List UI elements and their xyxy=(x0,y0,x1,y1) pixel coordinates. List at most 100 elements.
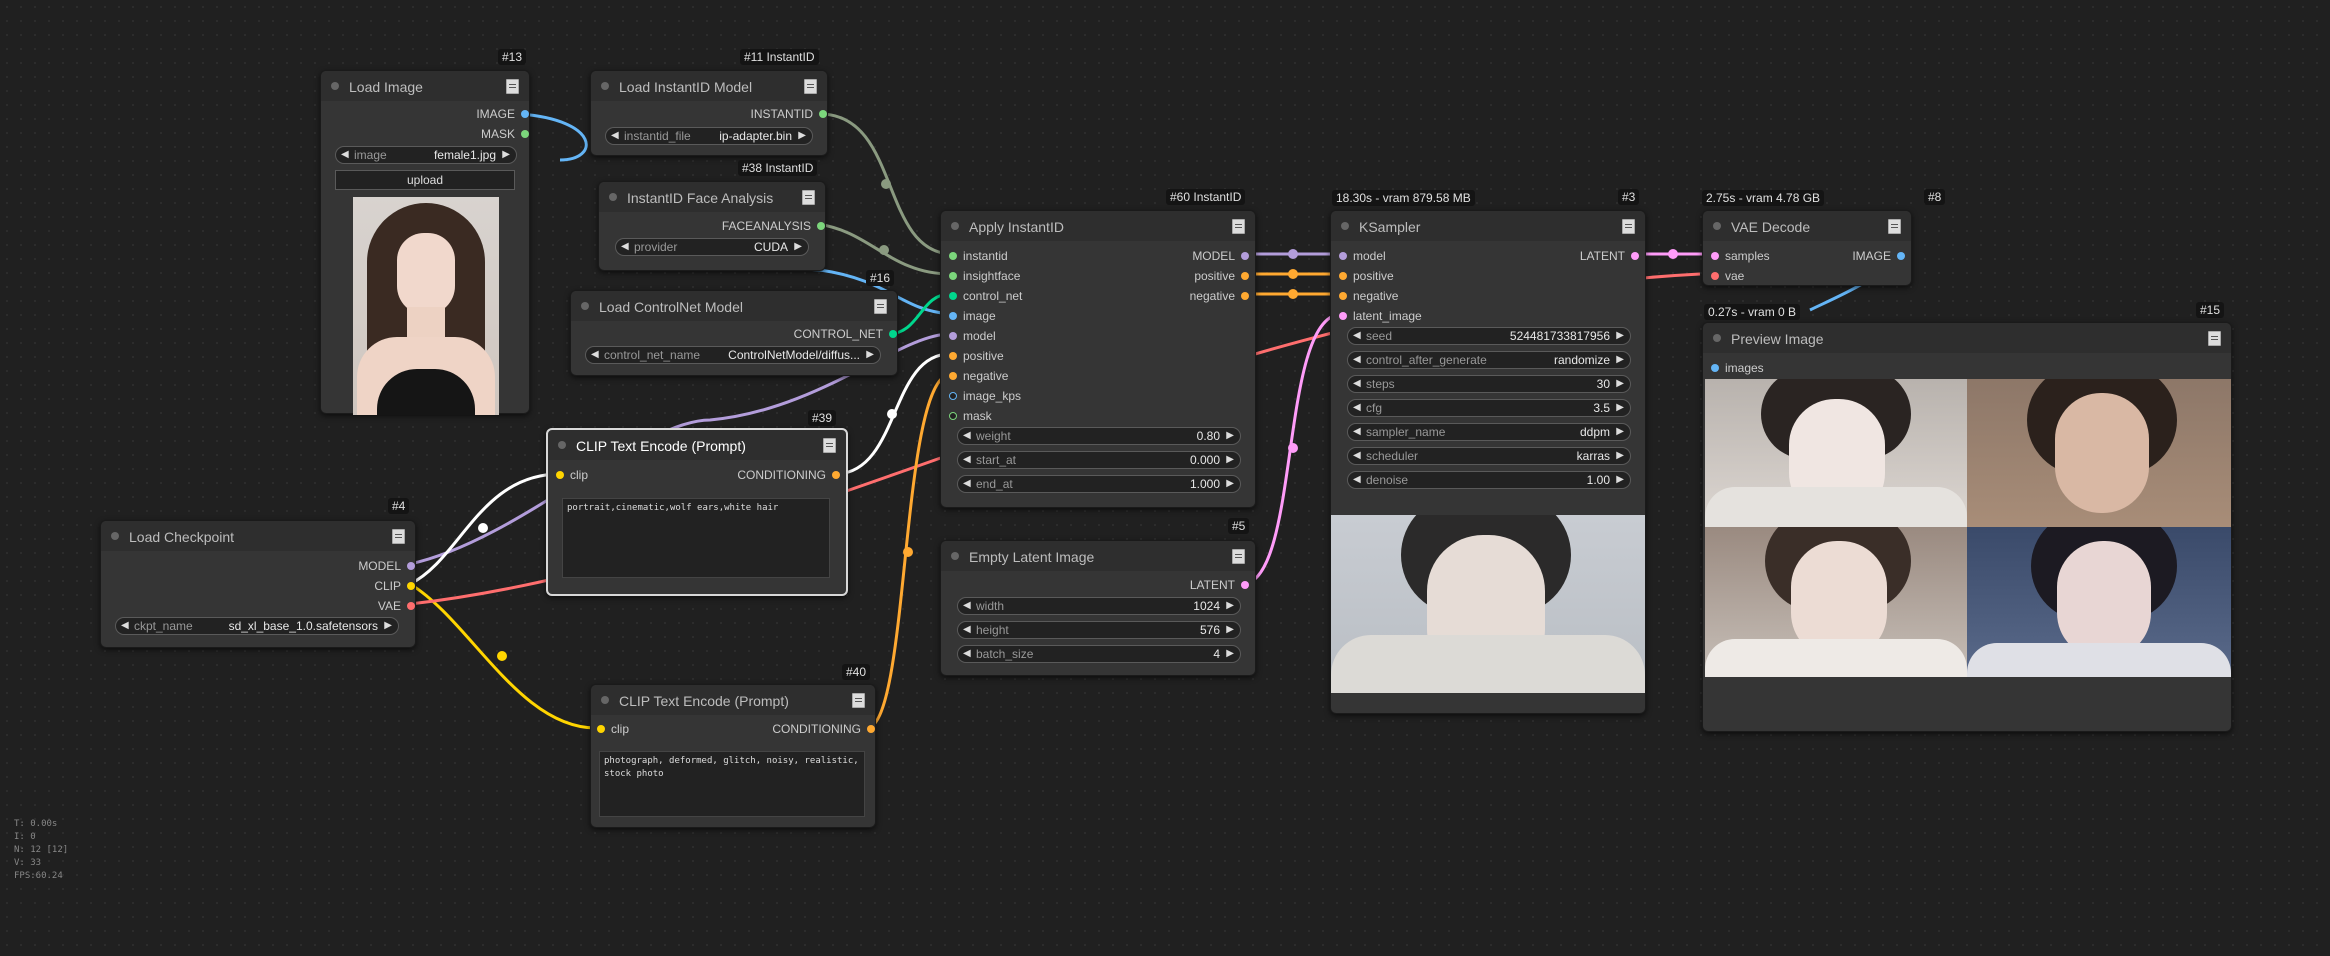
prompt-textarea[interactable]: portrait,cinematic,wolf ears,white hair xyxy=(562,498,830,578)
pin-icon[interactable] xyxy=(407,582,415,590)
pin-icon[interactable] xyxy=(949,312,957,320)
pin-icon[interactable] xyxy=(1631,252,1639,260)
arrow-left-icon[interactable]: ◀ xyxy=(591,347,599,363)
input-instantid[interactable]: instantid xyxy=(947,249,1008,263)
arrow-left-icon[interactable]: ◀ xyxy=(1353,352,1361,368)
output-image-4[interactable] xyxy=(1967,527,2231,677)
ckpt-name-combo[interactable]: ◀ ckpt_name sd_xl_base_1.0.safetensors ▶ xyxy=(115,617,399,635)
pin-icon[interactable] xyxy=(889,330,897,338)
end-at-slider[interactable]: ◀ end_at 1.000 ▶ xyxy=(957,475,1241,493)
provider-combo[interactable]: ◀ provider CUDA ▶ xyxy=(615,238,809,256)
load-controlnet-model-node[interactable]: Load ControlNet Model CONTROL_NET ◀ cont… xyxy=(570,290,898,376)
arrow-right-icon[interactable]: ▶ xyxy=(1226,452,1234,468)
node-title-bar[interactable]: Load Checkpoint xyxy=(101,521,415,551)
arrow-left-icon[interactable]: ◀ xyxy=(1353,376,1361,392)
document-icon[interactable] xyxy=(392,529,405,544)
image-combo[interactable]: ◀ image female1.jpg ▶ xyxy=(335,146,517,164)
apply-instantid-node[interactable]: Apply InstantID instantid insightface co… xyxy=(940,210,1256,508)
pin-icon[interactable] xyxy=(521,130,529,138)
arrow-left-icon[interactable]: ◀ xyxy=(963,646,971,662)
arrow-left-icon[interactable]: ◀ xyxy=(1353,448,1361,464)
arrow-left-icon[interactable]: ◀ xyxy=(963,476,971,492)
scheduler-combo[interactable]: ◀ scheduler karras ▶ xyxy=(1347,447,1631,465)
arrow-right-icon[interactable]: ▶ xyxy=(1616,448,1624,464)
input-model[interactable]: model xyxy=(1337,249,1386,263)
denoise-widget[interactable]: ◀ denoise 1.00 ▶ xyxy=(1347,471,1631,489)
arrow-left-icon[interactable]: ◀ xyxy=(1353,400,1361,416)
collapse-dot[interactable] xyxy=(951,552,959,560)
node-title-bar[interactable]: CLIP Text Encode (Prompt) xyxy=(548,430,846,460)
empty-latent-image-node[interactable]: Empty Latent Image LATENT ◀ width 1024 ▶ ◀ h… xyxy=(940,540,1256,676)
node-title-bar[interactable]: VAE Decode xyxy=(1703,211,1911,241)
output-latent[interactable]: LATENT xyxy=(1580,249,1639,263)
arrow-right-icon[interactable]: ▶ xyxy=(502,147,510,163)
output-negative[interactable]: negative xyxy=(1190,289,1249,303)
pin-icon[interactable] xyxy=(949,272,957,280)
output-conditioning[interactable]: CONDITIONING xyxy=(737,468,840,482)
pin-icon[interactable] xyxy=(1241,252,1249,260)
node-title-bar[interactable]: Apply InstantID xyxy=(941,211,1255,241)
input-images[interactable]: images xyxy=(1709,361,1764,375)
input-negative[interactable]: negative xyxy=(947,369,1008,383)
pin-icon[interactable] xyxy=(407,602,415,610)
arrow-right-icon[interactable]: ▶ xyxy=(794,239,802,255)
control-net-name-combo[interactable]: ◀ control_net_name ControlNetModel/diffu… xyxy=(585,346,881,364)
pin-icon[interactable] xyxy=(949,292,957,300)
output-image[interactable]: IMAGE xyxy=(1852,249,1905,263)
pin-icon[interactable] xyxy=(521,110,529,118)
upload-button[interactable]: upload xyxy=(335,170,515,190)
arrow-left-icon[interactable]: ◀ xyxy=(611,128,619,144)
width-slider[interactable]: ◀ width 1024 ▶ xyxy=(957,597,1241,615)
arrow-right-icon[interactable]: ▶ xyxy=(866,347,874,363)
document-icon[interactable] xyxy=(823,438,836,453)
pin-icon[interactable] xyxy=(1711,364,1719,372)
node-title-bar[interactable]: Load Image xyxy=(321,71,529,101)
pin-icon[interactable] xyxy=(597,725,605,733)
output-image-1[interactable] xyxy=(1705,379,1967,527)
document-icon[interactable] xyxy=(1888,219,1901,234)
arrow-left-icon[interactable]: ◀ xyxy=(1353,472,1361,488)
document-icon[interactable] xyxy=(804,79,817,94)
steps-widget[interactable]: ◀ steps 30 ▶ xyxy=(1347,375,1631,393)
instantid-face-analysis-node[interactable]: InstantID Face Analysis FACEANALYSIS ◀ p… xyxy=(598,181,826,271)
pin-icon[interactable] xyxy=(407,562,415,570)
output-vae[interactable]: VAE xyxy=(378,599,415,613)
node-title-bar[interactable]: Load ControlNet Model xyxy=(571,291,897,321)
pin-icon[interactable] xyxy=(949,392,957,400)
pin-icon[interactable] xyxy=(1241,272,1249,280)
ksampler-node[interactable]: KSampler model positive negative latent_… xyxy=(1330,210,1646,714)
weight-slider[interactable]: ◀ weight 0.80 ▶ xyxy=(957,427,1241,445)
arrow-right-icon[interactable]: ▶ xyxy=(1226,476,1234,492)
pin-icon[interactable] xyxy=(819,110,827,118)
document-icon[interactable] xyxy=(1232,219,1245,234)
input-positive[interactable]: positive xyxy=(1337,269,1394,283)
arrow-left-icon[interactable]: ◀ xyxy=(1353,328,1361,344)
arrow-left-icon[interactable]: ◀ xyxy=(963,428,971,444)
pin-icon[interactable] xyxy=(817,222,825,230)
arrow-right-icon[interactable]: ▶ xyxy=(1616,400,1624,416)
document-icon[interactable] xyxy=(852,693,865,708)
batch-size-slider[interactable]: ◀ batch_size 4 ▶ xyxy=(957,645,1241,663)
arrow-right-icon[interactable]: ▶ xyxy=(1616,352,1624,368)
pin-icon[interactable] xyxy=(949,352,957,360)
load-image-node[interactable]: Load Image IMAGE MASK ◀ image female1.jp… xyxy=(320,70,530,415)
input-model[interactable]: model xyxy=(947,329,996,343)
collapse-dot[interactable] xyxy=(331,82,339,90)
arrow-left-icon[interactable]: ◀ xyxy=(621,239,629,255)
arrow-right-icon[interactable]: ▶ xyxy=(1226,598,1234,614)
output-image-3[interactable] xyxy=(1705,527,1967,677)
pin-icon[interactable] xyxy=(1339,252,1347,260)
pin-icon[interactable] xyxy=(1241,292,1249,300)
arrow-right-icon[interactable]: ▶ xyxy=(1616,328,1624,344)
input-positive[interactable]: positive xyxy=(947,349,1004,363)
output-image-2[interactable] xyxy=(1967,379,2231,527)
collapse-dot[interactable] xyxy=(609,193,617,201)
pin-icon[interactable] xyxy=(1339,272,1347,280)
arrow-right-icon[interactable]: ▶ xyxy=(384,618,392,634)
node-title-bar[interactable]: Empty Latent Image xyxy=(941,541,1255,571)
pin-icon[interactable] xyxy=(832,471,840,479)
output-mask[interactable]: MASK xyxy=(481,127,529,141)
node-title-bar[interactable]: Load InstantID Model xyxy=(591,71,827,101)
input-clip[interactable]: clip xyxy=(595,722,629,736)
seed-widget[interactable]: ◀ seed 524481733817956 ▶ xyxy=(1347,327,1631,345)
